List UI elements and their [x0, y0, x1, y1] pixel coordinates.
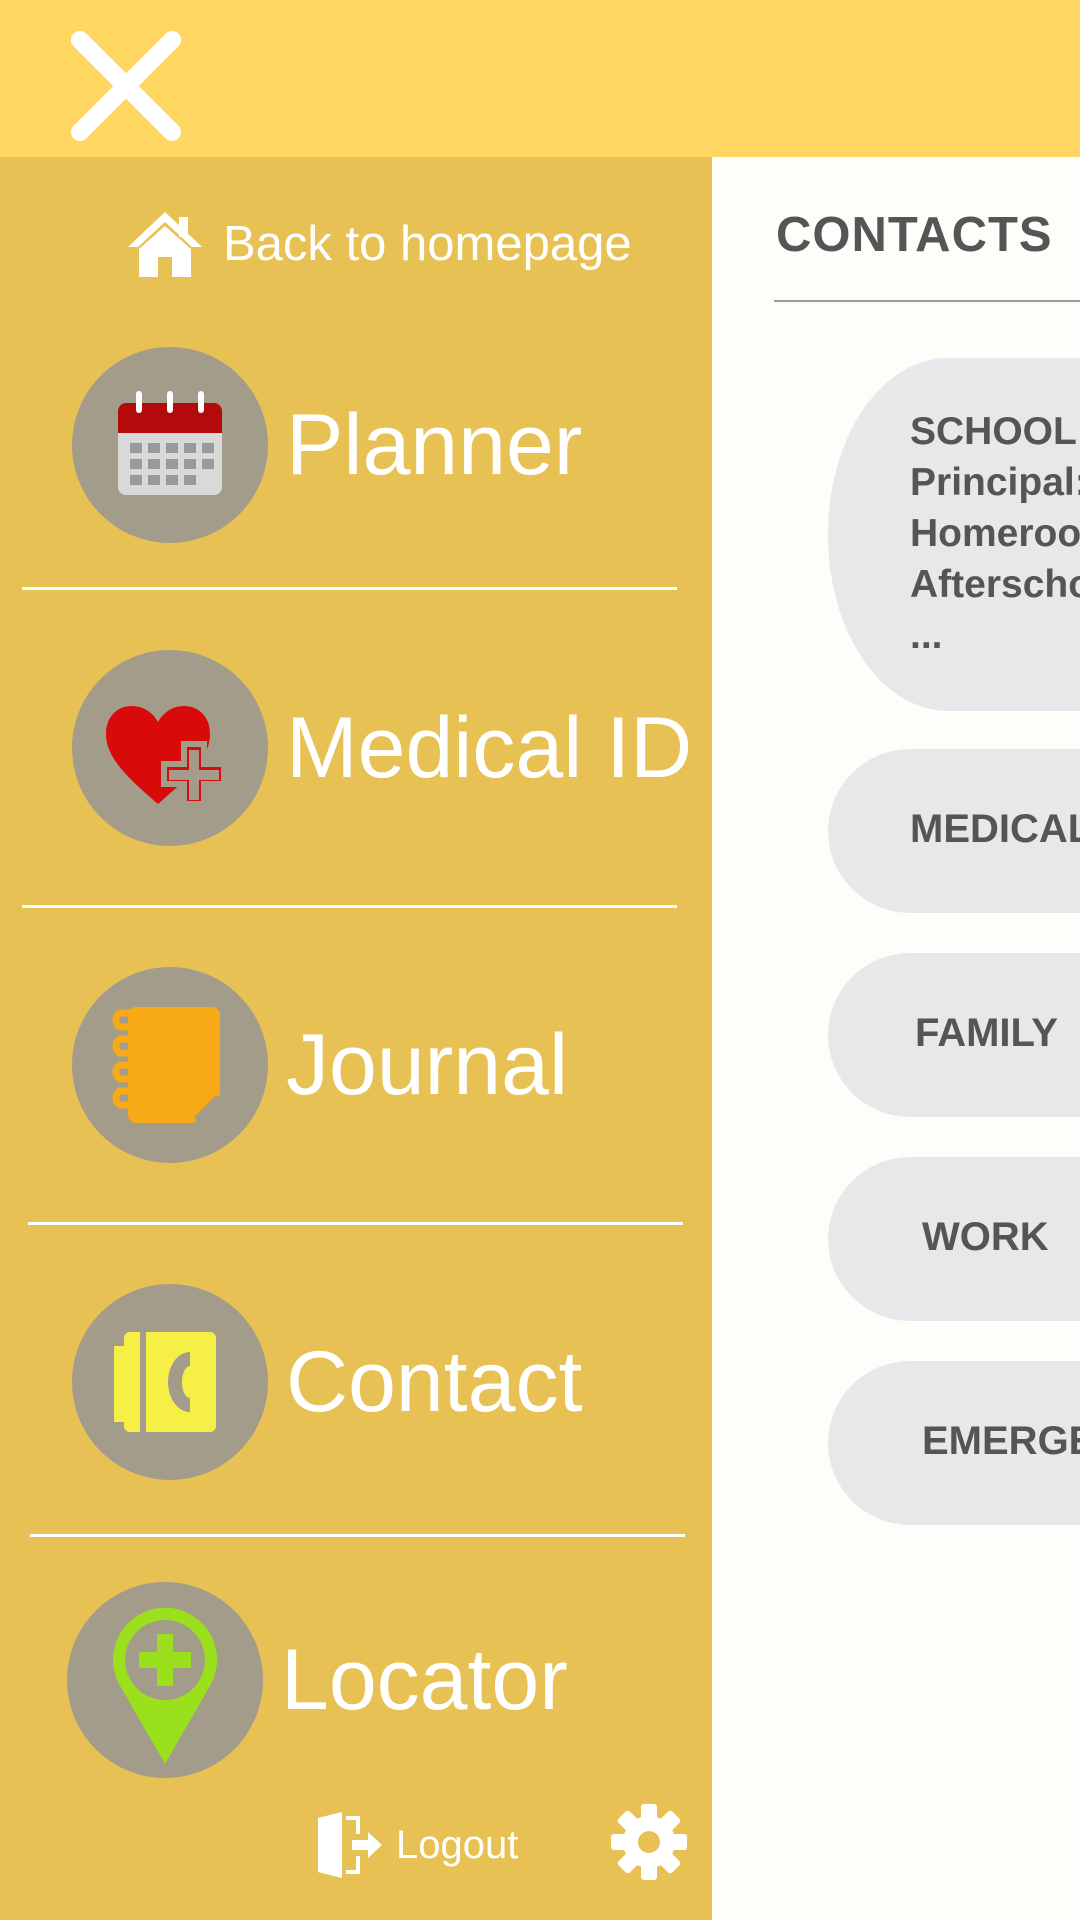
top-bar	[0, 0, 1080, 157]
close-icon	[71, 31, 181, 141]
back-to-homepage-link[interactable]: Back to homepage	[125, 209, 632, 279]
nav-label-planner: Planner	[286, 396, 583, 493]
menu-divider	[30, 1534, 685, 1537]
logout-button[interactable]: Logout	[316, 1812, 518, 1878]
menu-divider	[28, 1222, 683, 1225]
nav-label-journal: Journal	[286, 1016, 569, 1113]
map-pin-plus-icon	[113, 1607, 217, 1764]
nav-icon-circle	[72, 650, 268, 846]
school-line: Homeroom	[910, 512, 1080, 555]
nav-item-medical-id[interactable]: Medical ID	[72, 650, 692, 846]
contact-card-emergency[interactable]: EMERGENCY	[828, 1361, 1080, 1525]
logout-label: Logout	[396, 1822, 519, 1867]
nav-icon-circle	[67, 1582, 263, 1778]
nav-icon-circle	[72, 967, 268, 1163]
school-line: Afterschool	[910, 563, 1080, 606]
heart-plus-icon	[106, 706, 227, 807]
contact-card-work[interactable]: WORK	[828, 1157, 1080, 1321]
card-label: EMERGENCY	[922, 1419, 1080, 1463]
gear-icon	[611, 1804, 687, 1880]
school-line: ...	[910, 614, 943, 657]
nav-label-contact: Contact	[286, 1333, 583, 1430]
contact-card-school[interactable]: SCHOOL Principal: Homeroom Afterschool .…	[828, 358, 1080, 711]
nav-label-medical-id: Medical ID	[286, 699, 693, 796]
nav-icon-circle	[72, 1284, 268, 1480]
home-link-label: Back to homepage	[223, 217, 632, 271]
menu-divider	[22, 587, 677, 590]
page-title: CONTACTS	[776, 208, 1053, 262]
contacts-panel: CONTACTS SCHOOL Principal: Homeroom Afte…	[712, 175, 1080, 1920]
nav-item-contact[interactable]: Contact	[72, 1284, 582, 1480]
home-icon	[128, 212, 202, 277]
contact-card-medical[interactable]: MEDICAL	[828, 749, 1080, 913]
nav-item-journal[interactable]: Journal	[72, 967, 568, 1163]
school-line: Principal:	[910, 461, 1080, 504]
title-divider	[774, 300, 1080, 302]
contact-book-icon	[114, 1332, 216, 1432]
menu-divider	[22, 905, 677, 908]
nav-label-locator: Locator	[281, 1631, 568, 1728]
nav-icon-circle	[72, 347, 268, 543]
settings-button[interactable]	[609, 1802, 689, 1882]
nav-item-locator[interactable]: Locator	[67, 1582, 568, 1778]
close-menu-button[interactable]	[70, 30, 182, 142]
contact-card-family[interactable]: FAMILY	[828, 953, 1080, 1117]
school-line: SCHOOL	[910, 410, 1077, 453]
calendar-icon	[118, 391, 222, 495]
notebook-icon	[112, 1007, 220, 1123]
card-label: WORK	[922, 1215, 1049, 1259]
side-menu: Back to homepage Planner Medical ID Jour…	[0, 157, 712, 1920]
nav-item-planner[interactable]: Planner	[72, 347, 582, 543]
card-label: FAMILY	[915, 1011, 1058, 1055]
logout-icon	[318, 1812, 382, 1878]
card-label: MEDICAL	[910, 807, 1080, 851]
